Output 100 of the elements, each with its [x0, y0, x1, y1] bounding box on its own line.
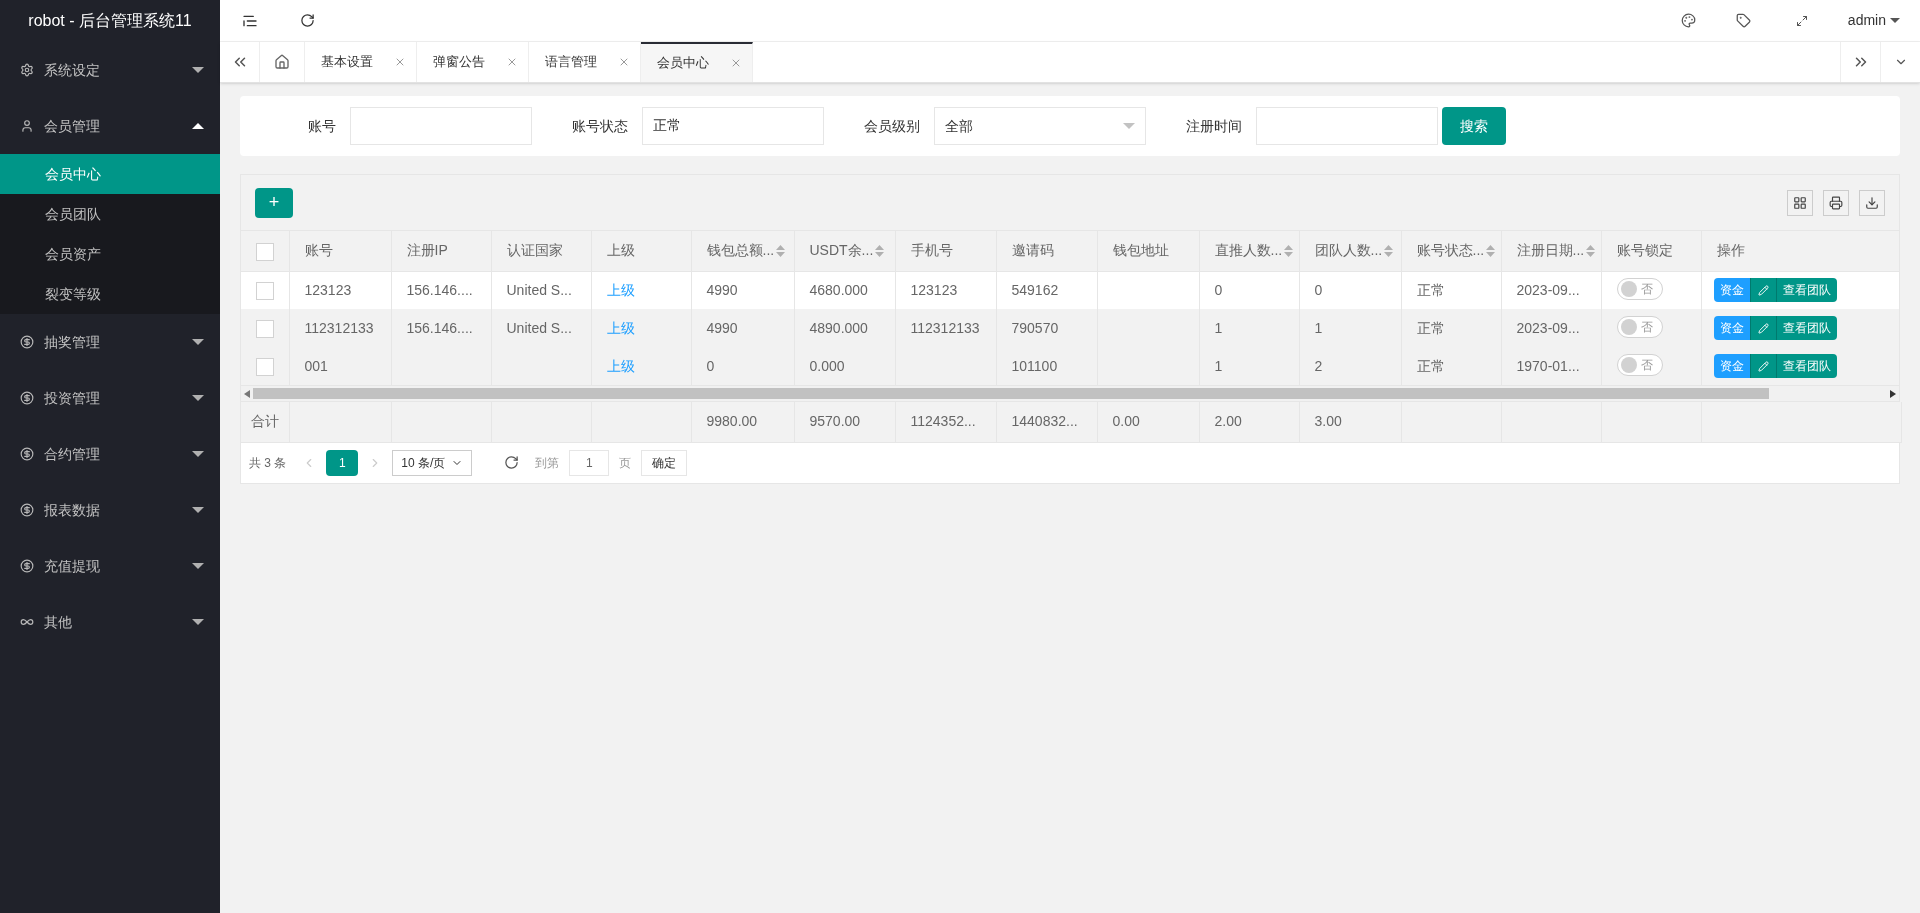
horizontal-scrollbar[interactable] — [241, 385, 1899, 402]
view-team-button[interactable]: 查看团队 — [1775, 316, 1837, 340]
goto-label: 到第 — [535, 454, 560, 472]
table-cell: 正常 — [1416, 357, 1445, 374]
sidebar-menu-item[interactable]: 抽奖管理 — [0, 314, 220, 370]
table-cell: 123123 — [304, 281, 352, 298]
export-button[interactable] — [1859, 189, 1885, 216]
table-cell: 0 — [706, 357, 715, 374]
column-header: 账号 — [304, 241, 333, 261]
sort-icon[interactable] — [1284, 244, 1294, 257]
sidebar-menu-item[interactable]: 投资管理 — [0, 370, 220, 426]
fullscreen-icon[interactable] — [1795, 14, 1808, 27]
table-cell: 549162 — [1011, 281, 1059, 298]
table-cell: United S... — [506, 281, 572, 298]
text-field[interactable] — [350, 107, 532, 145]
sidebar-menu-item[interactable]: 会员管理 — [0, 98, 220, 154]
page-size-select[interactable]: 10 条/页 — [392, 449, 473, 476]
sort-icon[interactable] — [1586, 244, 1596, 257]
sidebar-menu-item[interactable]: 报表数据 — [0, 482, 220, 538]
close-icon[interactable] — [618, 56, 630, 68]
select-all-checkbox[interactable] — [255, 242, 274, 261]
total-cell: 0.00 — [1112, 413, 1140, 430]
refresh-icon[interactable] — [504, 455, 520, 470]
currency-icon — [20, 447, 34, 461]
scroll-left-icon[interactable] — [244, 389, 250, 398]
sidebar-submenu-item[interactable]: 裂变等级 — [0, 274, 220, 314]
close-icon[interactable] — [394, 56, 406, 68]
column-header: 账号状态... — [1416, 241, 1485, 261]
table-cell: 4890.000 — [809, 319, 868, 336]
sidebar-submenu-item[interactable]: 会员团队 — [0, 194, 220, 234]
table-cell: 0.000 — [809, 357, 845, 374]
filter-label: 账号状态 — [571, 116, 629, 136]
page-tab[interactable]: 基本设置 — [305, 42, 417, 82]
table-cell: 790570 — [1011, 319, 1059, 336]
table-cell: 101100 — [1011, 357, 1058, 374]
table-cell: 0 — [1214, 281, 1223, 298]
user-menu[interactable]: admin — [1847, 10, 1900, 31]
table-cell: 156.146.... — [406, 281, 473, 298]
add-button[interactable]: + — [255, 187, 293, 218]
pencil-icon — [1757, 322, 1769, 334]
palette-icon[interactable] — [1680, 13, 1696, 28]
close-icon[interactable] — [730, 57, 742, 69]
sidebar-menu-item[interactable]: 其他 — [0, 594, 220, 650]
print-button[interactable] — [1823, 189, 1849, 216]
view-team-button[interactable]: 查看团队 — [1775, 354, 1837, 378]
table-cell: 2023-09... — [1516, 281, 1580, 298]
column-header: 团队人数... — [1314, 241, 1383, 261]
gear-icon — [20, 63, 34, 77]
filter-label: 会员级别 — [863, 116, 921, 136]
sidebar-submenu-item[interactable]: 会员中心 — [0, 154, 220, 194]
close-icon[interactable] — [506, 56, 518, 68]
sort-icon[interactable] — [1384, 244, 1394, 257]
page-number-field[interactable]: 1 — [569, 449, 610, 476]
column-header: 注册IP — [406, 241, 448, 261]
row-checkbox[interactable] — [255, 319, 274, 338]
row-checkbox[interactable] — [255, 357, 274, 376]
caret-icon — [192, 67, 204, 73]
column-header: 账号锁定 — [1616, 241, 1673, 261]
edit-button[interactable] — [1749, 278, 1776, 303]
page-tab[interactable]: 会员中心 — [641, 42, 753, 82]
sidebar-menu-item[interactable]: 系统设定 — [0, 42, 220, 98]
table-cell: 正常 — [1416, 319, 1445, 336]
search-button[interactable]: 搜索 — [1442, 107, 1506, 145]
caret-icon — [192, 395, 204, 401]
view-team-button[interactable]: 查看团队 — [1775, 278, 1837, 303]
text-field[interactable]: 正常 — [642, 107, 824, 145]
table-cell: 4680.000 — [809, 281, 868, 298]
text-field[interactable] — [1256, 107, 1438, 145]
user-icon — [20, 119, 34, 133]
sort-icon[interactable] — [1486, 244, 1496, 257]
table-cell: 正常 — [1416, 281, 1445, 298]
refresh-icon[interactable] — [300, 13, 315, 28]
sidebar-menu-item[interactable]: 充值提现 — [0, 538, 220, 594]
table-cell: 2023-09... — [1516, 319, 1580, 336]
caret-icon — [192, 451, 204, 457]
table-cell: 001 — [304, 357, 328, 374]
table-cell: 0 — [1314, 281, 1323, 298]
tag-icon[interactable] — [1735, 13, 1751, 28]
column-header: 手机号 — [910, 241, 953, 261]
sort-icon[interactable] — [776, 244, 786, 257]
sort-icon[interactable] — [875, 244, 885, 257]
sidebar-submenu-item[interactable]: 会员资产 — [0, 234, 220, 274]
row-checkbox[interactable] — [255, 282, 274, 301]
grid-icon — [1793, 195, 1807, 210]
page-tab[interactable]: 弹窗公告 — [417, 42, 529, 82]
page-button[interactable]: 1 — [326, 449, 359, 476]
confirm-button[interactable]: 确定 — [641, 449, 688, 476]
total-cell: 9570.00 — [809, 413, 861, 430]
total-cell: 3.00 — [1314, 413, 1342, 430]
columns-button[interactable] — [1787, 189, 1813, 216]
column-header: 认证国家 — [506, 241, 563, 261]
caret-icon — [192, 123, 204, 129]
currency-icon — [20, 335, 34, 349]
download-icon — [1865, 195, 1879, 210]
page-unit: 页 — [619, 454, 632, 472]
scroll-right-icon[interactable] — [1890, 389, 1896, 398]
edit-button[interactable] — [1749, 354, 1776, 378]
sidebar-menu-item[interactable]: 合约管理 — [0, 426, 220, 482]
edit-button[interactable] — [1749, 316, 1776, 340]
select-field[interactable]: 全部 — [934, 107, 1146, 145]
